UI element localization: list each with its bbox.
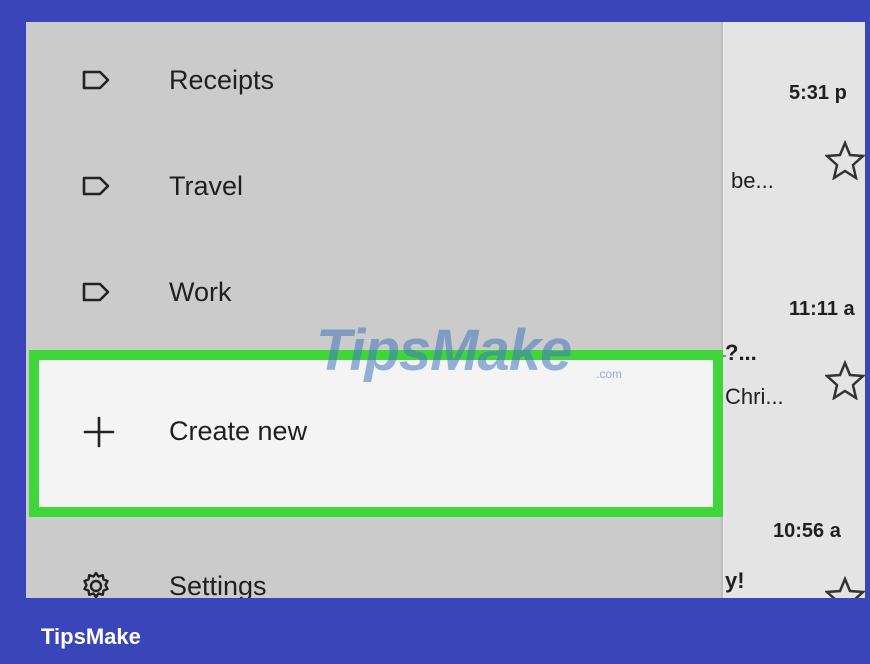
star-icon[interactable] bbox=[825, 576, 865, 598]
drawer-item-work[interactable]: Work bbox=[26, 242, 723, 342]
caption: TipsMake bbox=[41, 624, 141, 649]
plus-icon bbox=[83, 416, 115, 448]
mail-time: 10:56 a bbox=[773, 520, 841, 542]
drawer-item-receipts[interactable]: Receipts bbox=[26, 30, 723, 130]
mail-time: 11:11 a bbox=[789, 298, 855, 320]
drawer-item-settings[interactable]: Settings bbox=[26, 536, 723, 598]
mail-snippet: be... bbox=[731, 168, 774, 193]
star-icon[interactable] bbox=[825, 360, 865, 400]
label-icon bbox=[78, 172, 114, 200]
create-new-label: Create new bbox=[169, 416, 308, 446]
image-frame: 5:31 p be... 11:11 a ?... Chri... 10:56 … bbox=[0, 0, 870, 664]
star-icon[interactable] bbox=[825, 140, 865, 180]
label-icon bbox=[78, 66, 114, 94]
mail-list: 5:31 p be... 11:11 a ?... Chri... 10:56 … bbox=[725, 22, 865, 598]
mail-snippet: y! bbox=[725, 568, 745, 593]
mail-time: 5:31 p bbox=[789, 82, 847, 104]
watermark-suffix: .com bbox=[596, 367, 623, 381]
label-icon bbox=[78, 278, 114, 306]
gear-icon bbox=[78, 571, 114, 598]
phone-screen: 5:31 p be... 11:11 a ?... Chri... 10:56 … bbox=[26, 22, 865, 598]
drawer-item-travel[interactable]: Travel bbox=[26, 136, 723, 236]
drawer-item-label: Travel bbox=[169, 170, 244, 201]
drawer-item-label: Receipts bbox=[169, 64, 275, 95]
drawer-item-label: Settings bbox=[169, 570, 267, 599]
drawer-item-label: Work bbox=[169, 276, 232, 307]
mail-snippet: Chri... bbox=[725, 384, 784, 409]
mail-snippet: ?... bbox=[725, 340, 757, 365]
